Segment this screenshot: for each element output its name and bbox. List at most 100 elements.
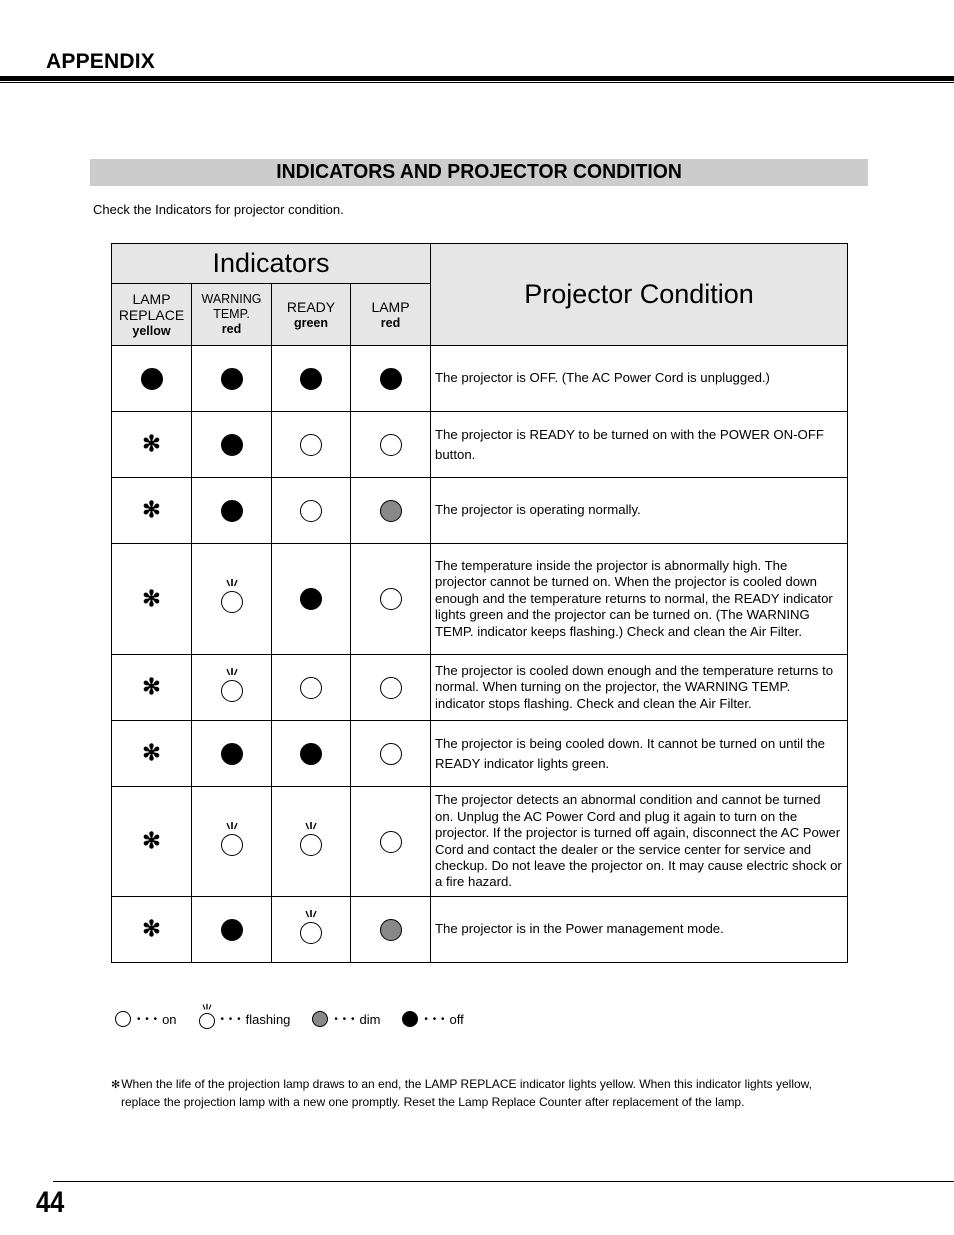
indicator-cell-warning-temp (191, 543, 272, 655)
indicator-cell-lamp-replace: ✻ (111, 896, 192, 963)
legend-item-on: • • • on (115, 1011, 177, 1027)
table-row: ✻ The projector detects an abnormal condi… (111, 786, 848, 897)
column-label: LAMP (371, 298, 410, 315)
table-row: ✻ The projector is operating normally. (111, 477, 848, 544)
led-on-icon (300, 499, 322, 522)
condition-text: The temperature inside the projector is … (430, 543, 848, 655)
section-label: APPENDIX (46, 50, 155, 73)
indicator-cell-ready (271, 543, 351, 655)
column-color: green (293, 315, 329, 330)
condition-text: The projector is operating normally. (430, 477, 848, 544)
column-label: READY (286, 298, 336, 315)
led-on-icon (115, 1011, 131, 1027)
indicator-cell-warning-temp (191, 896, 272, 963)
table-row: ✻ The projector is READY to be turned on … (111, 411, 848, 478)
legend-label: off (449, 1011, 464, 1027)
indicator-cell-lamp (350, 411, 431, 478)
indicator-cell-lamp-replace: ✻ (111, 543, 192, 655)
indicator-cell-ready (271, 345, 351, 412)
indicator-cell-warning-temp (191, 477, 272, 544)
legend-dots: • • • (220, 1013, 242, 1025)
indicator-cell-lamp (350, 477, 431, 544)
led-flashing-icon (220, 579, 243, 613)
led-dim-icon (379, 918, 402, 941)
indicator-cell-lamp (350, 345, 431, 412)
flash-rays-icon (305, 821, 317, 829)
led-flashing-icon (220, 821, 243, 856)
led-flashing-icon (300, 821, 322, 856)
legend-item-flashing: • • • flashing (198, 1003, 291, 1029)
indicator-cell-lamp (350, 896, 431, 963)
indicator-cell-lamp (350, 654, 431, 721)
indicator-cell-lamp-replace: ✻ (111, 411, 192, 478)
table-row: ✻ The projector is in the Power managemen… (111, 896, 848, 963)
indicator-cell-lamp (350, 543, 431, 655)
indicator-cell-ready (271, 654, 351, 721)
led-flashing-icon (198, 1003, 215, 1029)
legend-label: flashing (245, 1011, 291, 1027)
indicator-cell-lamp (350, 786, 431, 897)
header-rule-thin (0, 82, 954, 83)
led-off-icon (220, 918, 243, 941)
footnote: ✻When the life of the projection lamp dr… (111, 1076, 851, 1110)
indicator-cell-warning-temp (191, 654, 272, 721)
legend-label: dim (359, 1011, 381, 1027)
led-on-icon (300, 676, 322, 699)
table-row: ✻ The temperature inside the projector is… (111, 543, 848, 655)
footnote-line-1: When the life of the projection lamp dra… (121, 1077, 813, 1091)
page-title: INDICATORS AND PROJECTOR CONDITION (276, 161, 682, 183)
led-off-icon (140, 367, 163, 390)
led-on-icon (379, 742, 402, 765)
indicator-cell-warning-temp (191, 345, 272, 412)
legend-dots: • • • (137, 1013, 159, 1025)
led-on-icon (379, 588, 402, 610)
led-off-icon (220, 499, 243, 522)
legend: • • • on • • • flashing • • • dim • • • off (115, 1003, 486, 1029)
flash-rays-icon (225, 821, 238, 829)
indicator-cell-ready (271, 896, 351, 963)
asterisk-icon: ✻ (142, 431, 161, 456)
asterisk-icon: ✻ (142, 585, 161, 611)
intro-text: Check the Indicators for projector condi… (93, 202, 344, 217)
legend-dots: • • • (424, 1013, 446, 1025)
led-on-icon (379, 830, 402, 853)
legend-item-off: • • • off (402, 1011, 464, 1027)
table-row: ✻ The projector is cooled down enough and… (111, 654, 848, 721)
table-row: The projector is OFF. (The AC Power Cord… (111, 345, 848, 412)
led-on-icon (379, 433, 402, 456)
indicator-cell-lamp-replace: ✻ (111, 720, 192, 787)
led-off-icon (402, 1011, 419, 1027)
indicators-header: Indicators (111, 243, 431, 284)
condition-header: Projector Condition (430, 243, 848, 346)
led-dim-icon (379, 499, 402, 522)
led-dim-icon (312, 1011, 329, 1027)
column-header-lamp: LAMP red (350, 283, 431, 346)
column-label: REPLACE (118, 306, 185, 323)
indicator-cell-warning-temp (191, 786, 272, 897)
led-on-icon (300, 433, 322, 456)
indicator-cell-ready (271, 411, 351, 478)
indicator-table: Indicators Projector Condition LAMP REPLA… (111, 243, 848, 963)
header-rule-thick (0, 76, 954, 81)
table-row: ✻ The projector is being cooled down. It … (111, 720, 848, 787)
condition-text: The projector is OFF. (The AC Power Cord… (430, 345, 848, 412)
led-off-icon (220, 742, 243, 765)
condition-text: The projector is READY to be turned on w… (430, 411, 848, 478)
column-label: WARNING (201, 292, 262, 306)
column-color: yellow (132, 323, 171, 338)
indicator-cell-lamp-replace: ✻ (111, 786, 192, 897)
indicator-cell-ready (271, 786, 351, 897)
led-off-icon (300, 367, 322, 390)
column-header-warning-temp: WARNING TEMP. red (191, 283, 272, 346)
led-flashing-icon (220, 667, 243, 702)
page-number: 44 (36, 1186, 65, 1219)
condition-text: The projector is being cooled down. It c… (430, 720, 848, 787)
footnote-line-2: replace the projection lamp with a new o… (121, 1094, 745, 1109)
column-header-lamp-replace: LAMP REPLACE yellow (111, 283, 192, 346)
column-header-ready: READY green (271, 283, 351, 346)
column-label: LAMP (132, 290, 171, 307)
led-off-icon (300, 588, 322, 610)
column-color: red (221, 322, 242, 336)
column-label: TEMP. (213, 307, 250, 321)
led-flashing-icon (300, 909, 322, 944)
